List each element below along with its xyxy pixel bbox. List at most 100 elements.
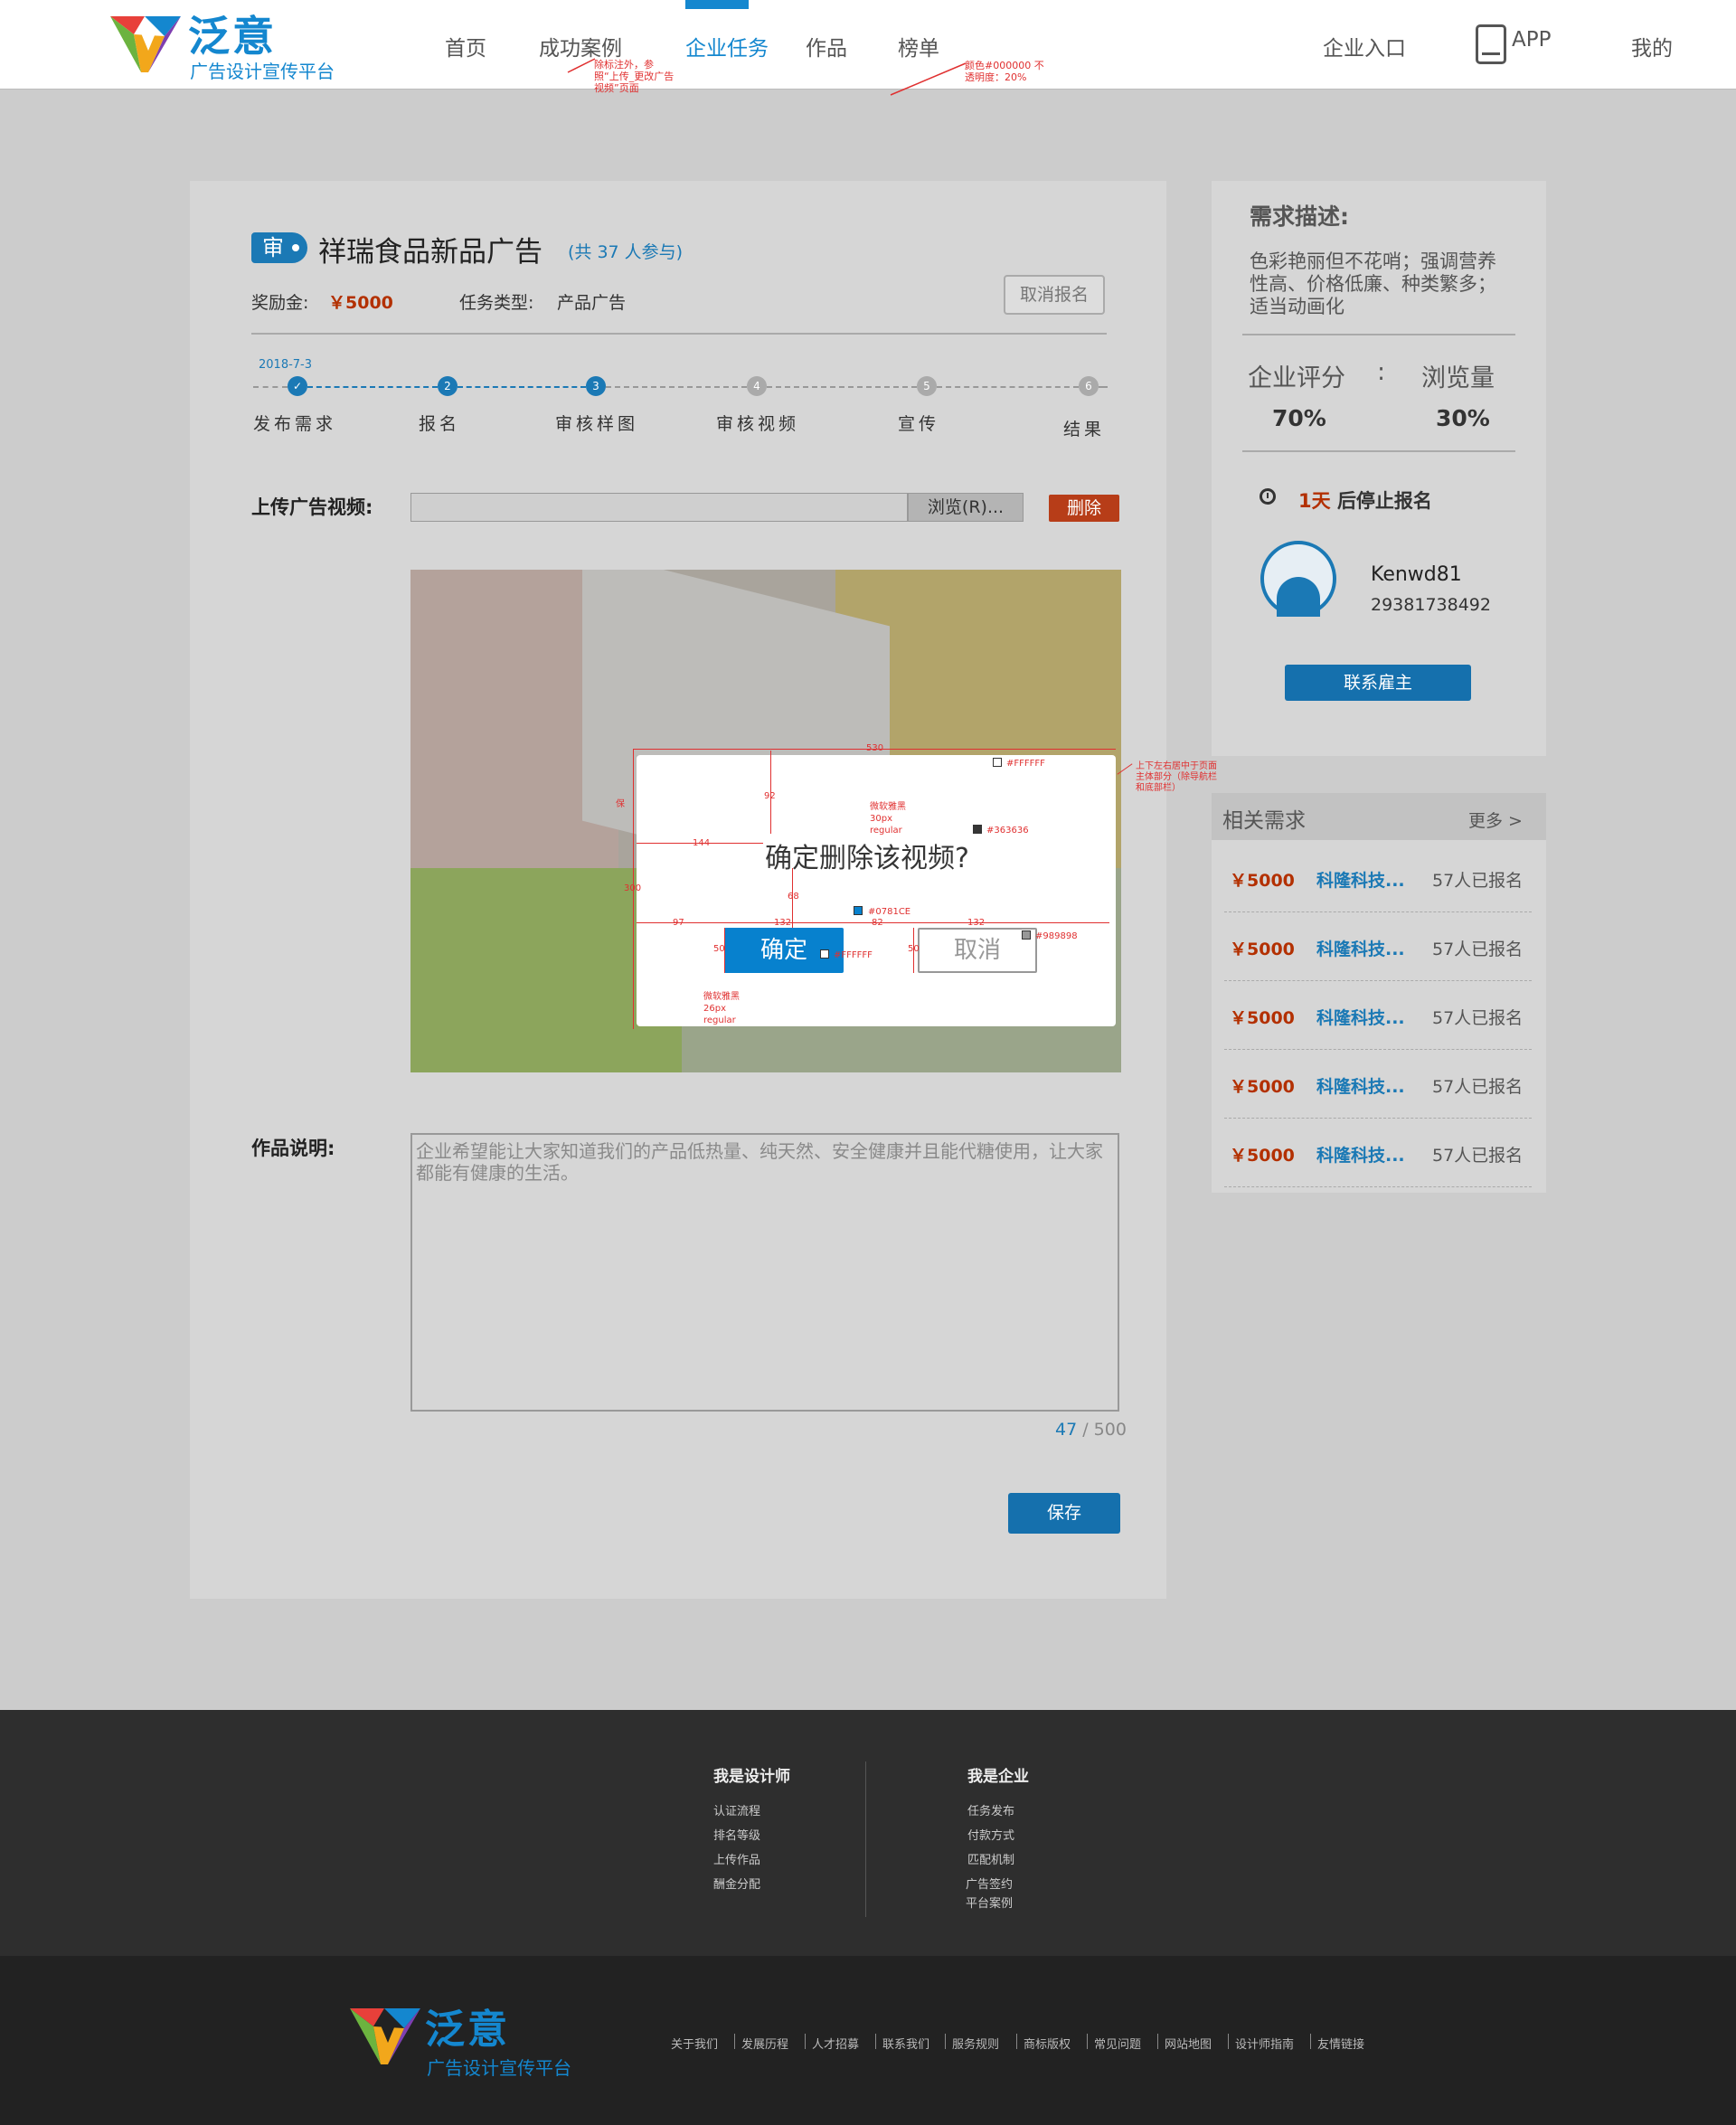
related-item[interactable]: ￥5000 科隆科技... 57人已报名 <box>1224 1119 1532 1187</box>
related-item-price: ￥5000 <box>1230 871 1295 891</box>
footer-enterprise-link[interactable]: 广告签约 <box>966 1875 1013 1892</box>
footer-enterprise-link[interactable]: 付款方式 <box>967 1826 1014 1843</box>
cancel-signup-button[interactable]: 取消报名 <box>1004 275 1105 315</box>
spec-color: #989898 <box>1035 931 1078 941</box>
footer-divider <box>865 1761 866 1917</box>
footer-bottom-link[interactable]: 发展历程 <box>741 2035 788 2052</box>
footer-bottom-link[interactable]: 友情链接 <box>1317 2035 1364 2052</box>
footer-designer-title: 我是设计师 <box>713 1768 790 1786</box>
metric-separator: : <box>1377 358 1386 386</box>
views-value: 30% <box>1436 405 1490 431</box>
footer-bottom-link[interactable]: 网站地图 <box>1165 2035 1212 2052</box>
design-note: 颜色#000000 不透明度：20% <box>965 60 1044 83</box>
footer-link-separator <box>734 2034 735 2049</box>
nav-home[interactable]: 首页 <box>445 31 486 61</box>
contact-employer-button[interactable]: 联系雇主 <box>1285 665 1471 701</box>
brand-name[interactable]: 泛意 <box>188 4 277 63</box>
footer-bottom-link[interactable]: 商标版权 <box>1024 2035 1071 2052</box>
footer-designer-link[interactable]: 认证流程 <box>713 1801 760 1818</box>
spec-color: #FFFFFF <box>1006 759 1045 769</box>
spec-btn-gap: 82 <box>872 918 883 928</box>
spec-btn-width: 132 <box>774 918 792 928</box>
footer-bottom-link[interactable]: 联系我们 <box>882 2035 929 2052</box>
progress-step-label: 发布需求 <box>253 414 337 434</box>
footer-link-separator <box>875 2034 876 2049</box>
spec-gap-mid: 68 <box>788 892 799 902</box>
footer-designer-link[interactable]: 酬金分配 <box>713 1875 760 1892</box>
signup-deadline: 1天 后停止报名 <box>1298 486 1432 514</box>
related-item-name[interactable]: 科隆科技... <box>1316 1073 1405 1098</box>
audit-badge: 审 <box>251 232 307 263</box>
footer-enterprise-link[interactable]: 任务发布 <box>967 1801 1014 1818</box>
nav-mine[interactable]: 我的 <box>1631 31 1673 61</box>
progress-date: 2018-7-3 <box>259 358 313 372</box>
related-item-name[interactable]: 科隆科技... <box>1316 1005 1405 1029</box>
related-item[interactable]: ￥5000 科隆科技... 57人已报名 <box>1224 844 1532 912</box>
related-item[interactable]: ￥5000 科隆科技... 57人已报名 <box>1224 912 1532 981</box>
related-item-count: 57人已报名 <box>1432 1077 1524 1097</box>
reward-label: 奖励金: <box>251 293 309 313</box>
footer-brand-name: 泛意 <box>425 2007 510 2053</box>
footer-designer-link[interactable]: 排名等级 <box>713 1826 760 1843</box>
spec-gap-top: 92 <box>764 791 776 801</box>
footer-bottom-link[interactable]: 服务规则 <box>952 2035 999 2052</box>
progress-step-label: 报名 <box>419 414 461 434</box>
progress-step-label: 结果 <box>1063 420 1106 439</box>
progress-connector <box>606 386 747 388</box>
related-title: 相关需求 <box>1222 809 1306 833</box>
task-title: 祥瑞食品新品广告 <box>318 236 542 269</box>
footer-brand-slogan: 广告设计宣传平台 <box>427 2057 571 2079</box>
footer-bottom-link[interactable]: 人才招募 <box>812 2035 859 2052</box>
related-item-count: 57人已报名 <box>1432 1008 1524 1028</box>
related-item[interactable]: ￥5000 科隆科技... 57人已报名 <box>1224 1050 1532 1119</box>
color-swatch <box>993 758 1002 767</box>
related-item-name[interactable]: 科隆科技... <box>1316 936 1405 960</box>
footer-enterprise-link[interactable]: 平台案例 <box>966 1894 1013 1911</box>
footer-enterprise-link[interactable]: 匹配机制 <box>967 1850 1014 1867</box>
employer-phone: 29381738492 <box>1371 595 1491 615</box>
spec-color: #FFFFFF <box>834 950 873 960</box>
footer-link-separator <box>1310 2034 1311 2049</box>
rating-label: 企业评分 <box>1248 364 1345 392</box>
progress-connector <box>937 386 1079 388</box>
footer-link-separator <box>1157 2034 1158 2049</box>
footer-logo-icon[interactable] <box>348 2001 422 2068</box>
progress-connector <box>458 386 586 388</box>
upload-file-field[interactable] <box>410 493 908 522</box>
requirement-heading: 需求描述: <box>1250 203 1349 230</box>
work-description-textarea[interactable]: 企业希望能让大家知道我们的产品低热量、纯天然、安全健康并且能代糖使用，让大家都能… <box>410 1133 1119 1412</box>
footer-bottom-link[interactable]: 关于我们 <box>671 2035 718 2052</box>
logo-icon[interactable] <box>108 9 183 76</box>
spec-gap-left: 144 <box>693 838 711 848</box>
delete-video-button[interactable]: 删除 <box>1049 495 1119 522</box>
related-item[interactable]: ￥5000 科隆科技... 57人已报名 <box>1224 981 1532 1050</box>
progress-connector <box>767 386 917 388</box>
related-item-name[interactable]: 科隆科技... <box>1316 1142 1405 1166</box>
spec-font: 微软雅黑 26px regular <box>703 992 740 1025</box>
task-type-label: 任务类型: <box>459 293 534 313</box>
divider <box>1242 450 1515 452</box>
tablet-icon[interactable] <box>1476 24 1506 64</box>
nav-app[interactable]: APP <box>1512 28 1551 52</box>
nav-active-indicator <box>685 0 749 9</box>
related-item-name[interactable]: 科隆科技... <box>1316 867 1405 892</box>
spec-btn-height: 50 <box>713 944 725 954</box>
views-label: 浏览量 <box>1421 364 1495 392</box>
save-button[interactable]: 保存 <box>1008 1493 1120 1534</box>
progress-step-dot: ✓ <box>288 376 307 396</box>
footer-bottom-link[interactable]: 设计师指南 <box>1235 2035 1294 2052</box>
spec-line <box>1037 922 1109 923</box>
related-item-count: 57人已报名 <box>1432 1146 1524 1166</box>
progress-connector <box>253 386 288 388</box>
nav-enterprise-entry[interactable]: 企业入口 <box>1323 31 1406 61</box>
related-more-link[interactable]: 更多 > <box>1468 808 1523 832</box>
progress-step-label: 审核视频 <box>716 414 800 434</box>
work-description-label: 作品说明: <box>251 1138 335 1159</box>
spec-btn-height-2: 50 <box>908 944 920 954</box>
spec-color: #0781CE <box>868 907 911 917</box>
dialog-cancel-button[interactable]: 取消 <box>918 928 1037 973</box>
related-item-price: ￥5000 <box>1230 1146 1295 1166</box>
footer-bottom-link[interactable]: 常见问题 <box>1094 2035 1141 2052</box>
footer-designer-link[interactable]: 上传作品 <box>713 1850 760 1867</box>
browse-button[interactable]: 浏览(R)... <box>908 493 1024 522</box>
